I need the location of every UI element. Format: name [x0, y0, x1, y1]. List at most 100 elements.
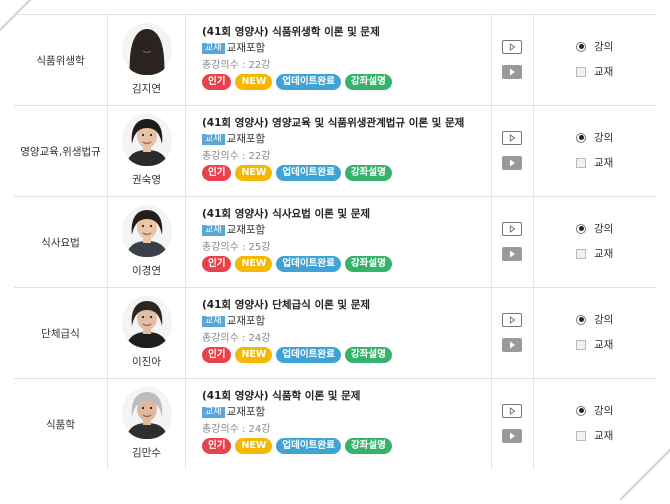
- play-video-icon[interactable]: [502, 156, 522, 170]
- material-line: 교재 교재포함: [202, 133, 491, 146]
- purchase-options-cell: 강의 교재: [534, 379, 656, 469]
- lecture-radio[interactable]: [576, 132, 586, 143]
- lecture-radio[interactable]: [576, 314, 586, 325]
- subject-cell: 식품학: [14, 379, 108, 469]
- option-book[interactable]: 교재: [576, 64, 613, 79]
- play-preview-icon[interactable]: [502, 404, 522, 418]
- option-book[interactable]: 교재: [576, 337, 613, 352]
- course-title[interactable]: (41회 영양사) 영양교육 및 식품위생관계법규 이론 및 문제: [202, 116, 491, 130]
- badge-course-info[interactable]: 강좌설명: [344, 74, 392, 90]
- badge-new: NEW: [235, 74, 273, 90]
- course-row: 식품학 김만수 (41회 영양사) 식품학 이론 및 문제 교재 교재포함 총강…: [14, 379, 656, 469]
- course-title[interactable]: (41회 영양사) 식품학 이론 및 문제: [202, 389, 491, 403]
- lecture-radio[interactable]: [576, 41, 586, 52]
- option-book[interactable]: 교재: [576, 428, 613, 443]
- book-checkbox[interactable]: [576, 430, 586, 441]
- book-checkbox[interactable]: [576, 339, 586, 350]
- preview-buttons-cell: [492, 106, 534, 196]
- option-book-label: 교재: [594, 157, 614, 169]
- course-info-cell: (41회 영양사) 식사요법 이론 및 문제 교재 교재포함 총강의수 : 25…: [186, 197, 492, 287]
- badge-group: 인기 NEW 업데이트완료 강좌설명: [202, 74, 491, 90]
- professor-name: 김만수: [132, 447, 161, 459]
- purchase-options-cell: 강의 교재: [534, 197, 656, 287]
- play-preview-icon[interactable]: [502, 40, 522, 54]
- preview-buttons-cell: [492, 15, 534, 105]
- badge-group: 인기 NEW 업데이트완료 강좌설명: [202, 165, 491, 181]
- option-lecture-label: 강의: [594, 314, 614, 326]
- book-checkbox[interactable]: [576, 157, 586, 168]
- material-text: 교재포함: [226, 133, 266, 145]
- book-checkbox[interactable]: [576, 66, 586, 77]
- course-row: 영양교육,위생법규 권숙영 (41회 영양사) 영양교육 및 식품위생관계법규 …: [14, 106, 656, 197]
- professor-photo: [122, 23, 172, 75]
- option-lecture[interactable]: 강의: [576, 312, 613, 327]
- subject-cell: 식품위생학: [14, 15, 108, 105]
- material-line: 교재 교재포함: [202, 42, 491, 55]
- course-title[interactable]: (41회 영양사) 단체급식 이론 및 문제: [202, 298, 491, 312]
- material-line: 교재 교재포함: [202, 224, 491, 237]
- badge-popular: 인기: [202, 438, 232, 454]
- badge-popular: 인기: [202, 347, 232, 363]
- professor-cell: 김지연: [108, 15, 186, 105]
- subject-name: 영양교육,위생법규: [20, 145, 101, 158]
- option-lecture-label: 강의: [594, 223, 614, 235]
- option-lecture[interactable]: 강의: [576, 130, 613, 145]
- subject-cell: 단체급식: [14, 288, 108, 378]
- badge-group: 인기 NEW 업데이트완료 강좌설명: [202, 256, 491, 272]
- book-checkbox[interactable]: [576, 248, 586, 259]
- professor-cell: 권숙영: [108, 106, 186, 196]
- course-title[interactable]: (41회 영양사) 식품위생학 이론 및 문제: [202, 25, 491, 39]
- professor-name: 김지연: [132, 83, 161, 95]
- course-title[interactable]: (41회 영양사) 식사요법 이론 및 문제: [202, 207, 491, 221]
- badge-new: NEW: [235, 438, 273, 454]
- play-video-icon[interactable]: [502, 247, 522, 261]
- play-preview-icon[interactable]: [502, 222, 522, 236]
- subject-name: 식사요법: [41, 236, 80, 249]
- play-video-icon[interactable]: [502, 338, 522, 352]
- option-book-label: 교재: [594, 248, 614, 260]
- option-lecture[interactable]: 강의: [576, 403, 613, 418]
- badge-updated: 업데이트완료: [276, 74, 341, 90]
- preview-buttons-cell: [492, 288, 534, 378]
- professor-cell: 이진아: [108, 288, 186, 378]
- professor-photo: [122, 114, 172, 166]
- subject-name: 식품위생학: [36, 54, 85, 67]
- badge-course-info[interactable]: 강좌설명: [344, 256, 392, 272]
- badge-new: NEW: [235, 256, 273, 272]
- subject-name: 식품학: [46, 418, 75, 431]
- subject-cell: 식사요법: [14, 197, 108, 287]
- option-book[interactable]: 교재: [576, 155, 613, 170]
- professor-photo: [122, 205, 172, 257]
- material-tag: 교재: [202, 43, 225, 54]
- lecture-count: 총강의수 : 25강: [202, 242, 271, 253]
- play-preview-icon[interactable]: [502, 131, 522, 145]
- option-book-label: 교재: [594, 339, 614, 351]
- option-lecture[interactable]: 강의: [576, 221, 613, 236]
- badge-course-info[interactable]: 강좌설명: [344, 165, 392, 181]
- play-video-icon[interactable]: [502, 429, 522, 443]
- lecture-count: 총강의수 : 24강: [202, 333, 271, 344]
- professor-photo: [122, 296, 172, 348]
- play-video-icon[interactable]: [502, 65, 522, 79]
- subject-name: 단체급식: [41, 327, 80, 340]
- lecture-radio[interactable]: [576, 405, 586, 416]
- course-info-cell: (41회 영양사) 단체급식 이론 및 문제 교재 교재포함 총강의수 : 24…: [186, 288, 492, 378]
- material-text: 교재포함: [226, 406, 266, 418]
- course-list-table: 식품위생학 김지연 (41회 영양사) 식품위생학 이론 및 문제 교재 교재포…: [14, 14, 656, 469]
- course-row: 단체급식 이진아 (41회 영양사) 단체급식 이론 및 문제 교재 교재포함 …: [14, 288, 656, 379]
- preview-buttons-cell: [492, 197, 534, 287]
- play-preview-icon[interactable]: [502, 313, 522, 327]
- badge-updated: 업데이트완료: [276, 165, 341, 181]
- material-tag: 교재: [202, 407, 225, 418]
- lecture-count: 총강의수 : 22강: [202, 151, 271, 162]
- material-text: 교재포함: [226, 315, 266, 327]
- option-lecture-label: 강의: [594, 41, 614, 53]
- badge-course-info[interactable]: 강좌설명: [344, 347, 392, 363]
- material-line: 교재 교재포함: [202, 315, 491, 328]
- option-book[interactable]: 교재: [576, 246, 613, 261]
- subject-cell: 영양교육,위생법규: [14, 106, 108, 196]
- option-lecture[interactable]: 강의: [576, 39, 613, 54]
- professor-name: 권숙영: [132, 174, 161, 186]
- lecture-radio[interactable]: [576, 223, 586, 234]
- badge-course-info[interactable]: 강좌설명: [344, 438, 392, 454]
